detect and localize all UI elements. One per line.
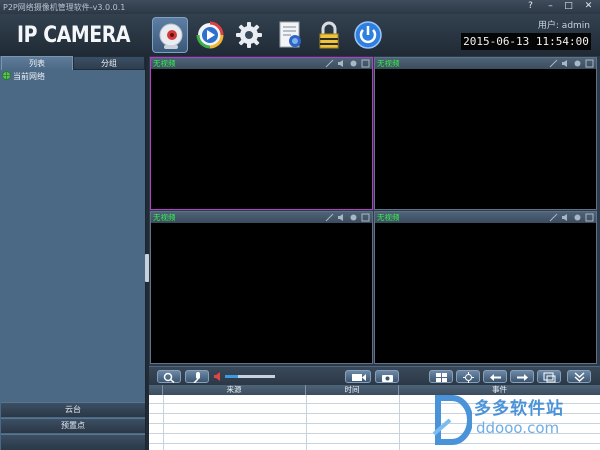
maximize-cell-icon[interactable]	[361, 59, 370, 68]
fullscreen-icon	[543, 372, 556, 383]
search-button[interactable]	[157, 370, 181, 383]
column-divider	[163, 395, 164, 450]
watermark-text: 多多软件站	[474, 399, 564, 419]
video-cell[interactable]: 无视频	[150, 211, 373, 364]
header: IP CAMERA 用户: admin 2015-06-13 11:54:00	[0, 14, 600, 56]
column-divider	[306, 395, 307, 450]
playback-button[interactable]	[192, 17, 228, 53]
ptz-icon	[463, 372, 474, 383]
record-icon[interactable]	[349, 213, 358, 222]
collapse-events-button[interactable]	[567, 370, 591, 383]
help-button[interactable]: ?	[522, 0, 539, 13]
video-grid: 无视频 无视频 无视频 无视频	[149, 56, 600, 366]
video-cell-header: 无视频	[375, 58, 596, 69]
window-title: P2P网络摄像机管理软件-v3.0.0.1	[3, 3, 126, 12]
gear-icon	[236, 22, 262, 48]
tab-group[interactable]: 分组	[73, 56, 145, 70]
video-cell-header: 无视频	[151, 212, 372, 223]
datetime-display: 2015-06-13 11:54:00	[461, 33, 591, 50]
log-button[interactable]	[272, 17, 308, 53]
volume-level	[225, 375, 238, 378]
video-cell[interactable]: 无视频	[374, 57, 597, 210]
previous-page-button[interactable]	[483, 370, 507, 383]
device-tree-root-label: 当前网络	[13, 72, 45, 81]
maximize-cell-icon[interactable]	[361, 213, 370, 222]
volume-slider[interactable]	[225, 375, 275, 378]
speaker-icon[interactable]	[213, 371, 223, 382]
grid-layout-button[interactable]	[429, 370, 453, 383]
grid-layout-icon	[436, 373, 447, 382]
tab-list[interactable]: 列表	[1, 56, 73, 70]
video-toolbar	[149, 366, 600, 385]
watermark-url: ddooo.com	[476, 419, 560, 437]
search-icon	[163, 372, 175, 383]
fullscreen-button[interactable]	[537, 370, 561, 383]
app-title: IP CAMERA	[17, 23, 131, 48]
record-button[interactable]	[345, 370, 371, 383]
audio-icon[interactable]	[337, 59, 346, 68]
ptz-panel-button[interactable]: 云台	[1, 402, 145, 417]
no-video-label: 无视频	[153, 59, 176, 68]
header-spacer	[149, 385, 163, 395]
site-watermark: 多多软件站 ddooo.com	[432, 392, 600, 448]
video-cell-header: 无视频	[375, 212, 596, 223]
next-icon	[517, 374, 528, 381]
record-icon[interactable]	[573, 213, 582, 222]
maximize-cell-icon[interactable]	[585, 59, 594, 68]
maximize-button[interactable]: □	[560, 0, 577, 13]
no-video-label: 无视频	[153, 213, 176, 222]
audio-icon[interactable]	[561, 213, 570, 222]
title-bar: P2P网络摄像机管理软件-v3.0.0.1 ? – □ ✕	[0, 0, 600, 14]
record-icon[interactable]	[573, 59, 582, 68]
sidebar-extra-panel[interactable]	[1, 434, 145, 450]
snapshot-icon	[382, 375, 393, 382]
log-document-icon	[279, 21, 301, 48]
audio-icon[interactable]	[337, 213, 346, 222]
watermark-logo-icon	[432, 395, 472, 445]
ptz-control-button[interactable]	[456, 370, 480, 383]
preset-panel-button[interactable]: 预置点	[1, 418, 145, 433]
playback-icon	[196, 21, 224, 49]
lock-icon	[319, 21, 339, 49]
talk-button[interactable]	[185, 370, 209, 383]
snapshot-button[interactable]	[375, 370, 399, 383]
audio-icon[interactable]	[561, 59, 570, 68]
lock-button[interactable]	[311, 17, 347, 53]
mic-icon	[193, 372, 200, 383]
close-button[interactable]: ✕	[580, 0, 597, 13]
no-video-label: 无视频	[377, 59, 400, 68]
record-icon[interactable]	[349, 59, 358, 68]
next-page-button[interactable]	[510, 370, 534, 383]
device-sidebar: 列表 分组 当前网络 云台 预置点	[0, 56, 146, 450]
snapshot-icon[interactable]	[325, 213, 334, 222]
no-video-label: 无视频	[377, 213, 400, 222]
record-icon	[352, 374, 366, 381]
video-cell[interactable]: 无视频	[150, 57, 373, 210]
settings-button[interactable]	[231, 17, 267, 53]
device-tree-root[interactable]: 当前网络	[2, 71, 45, 82]
power-icon	[354, 21, 382, 49]
video-cell[interactable]: 无视频	[374, 211, 597, 364]
snapshot-icon[interactable]	[325, 59, 334, 68]
exit-button[interactable]	[350, 17, 386, 53]
network-globe-icon	[2, 71, 11, 80]
snapshot-icon[interactable]	[549, 213, 558, 222]
column-divider	[399, 395, 400, 450]
video-cell-header: 无视频	[151, 58, 372, 69]
prev-icon	[490, 374, 501, 381]
live-view-button[interactable]	[152, 17, 188, 53]
collapse-icon	[574, 372, 585, 383]
minimize-button[interactable]: –	[542, 0, 559, 13]
snapshot-icon[interactable]	[549, 59, 558, 68]
maximize-cell-icon[interactable]	[585, 213, 594, 222]
column-source[interactable]: 来源	[163, 385, 306, 395]
camera-icon	[159, 23, 183, 49]
current-user: 用户: admin	[537, 21, 590, 31]
column-time[interactable]: 时间	[306, 385, 399, 395]
